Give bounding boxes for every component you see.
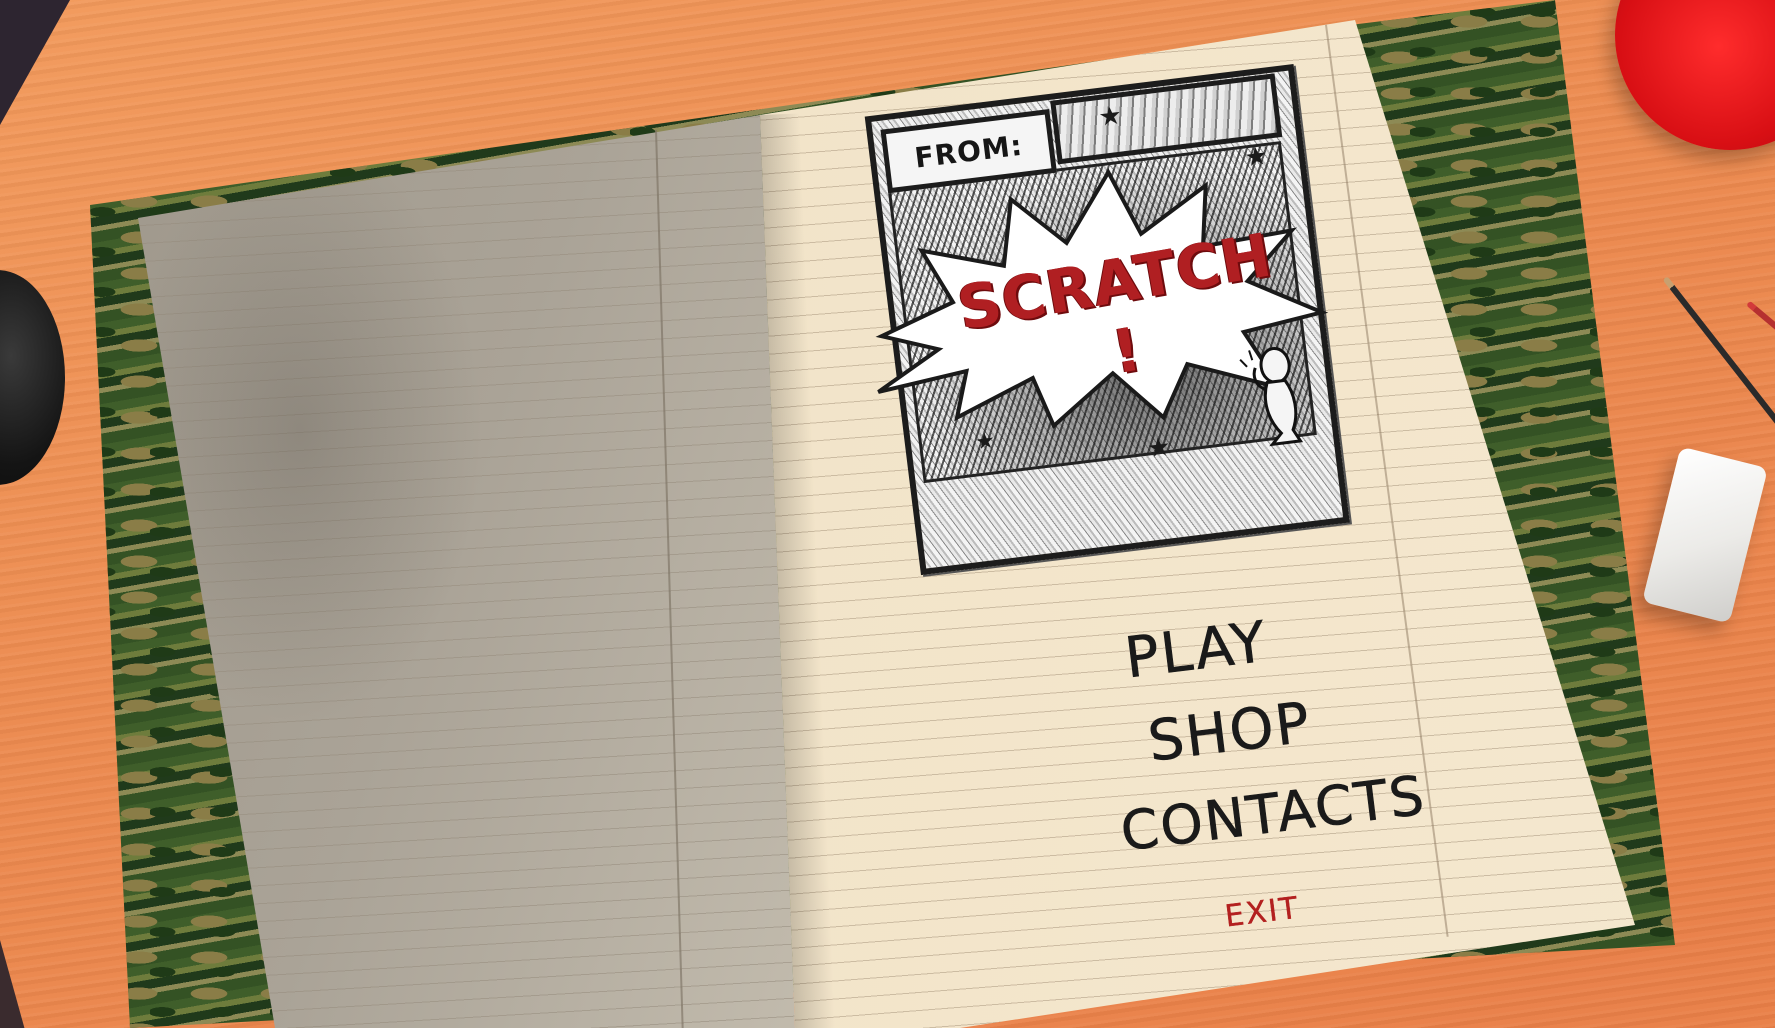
doodle-figure-icon bbox=[1239, 346, 1304, 447]
pencil-prop bbox=[1662, 276, 1775, 430]
star-icon: ★ bbox=[1145, 431, 1173, 465]
desk-shadow-corner bbox=[0, 0, 70, 125]
star-icon: ★ bbox=[1096, 100, 1124, 133]
red-pencil-prop bbox=[1746, 300, 1775, 377]
desk-shadow-bottom-left bbox=[0, 940, 25, 1028]
game-logo: FROM: ★ ★ ★ ★ SCRATCH ! bbox=[858, 1, 1414, 576]
desk-scene: FROM: ★ ★ ★ ★ SCRATCH ! PLAY SHOP CONTAC… bbox=[0, 0, 1775, 1028]
eraser-prop bbox=[1641, 446, 1769, 624]
red-prop bbox=[1615, 0, 1775, 150]
mug-prop bbox=[0, 270, 65, 485]
